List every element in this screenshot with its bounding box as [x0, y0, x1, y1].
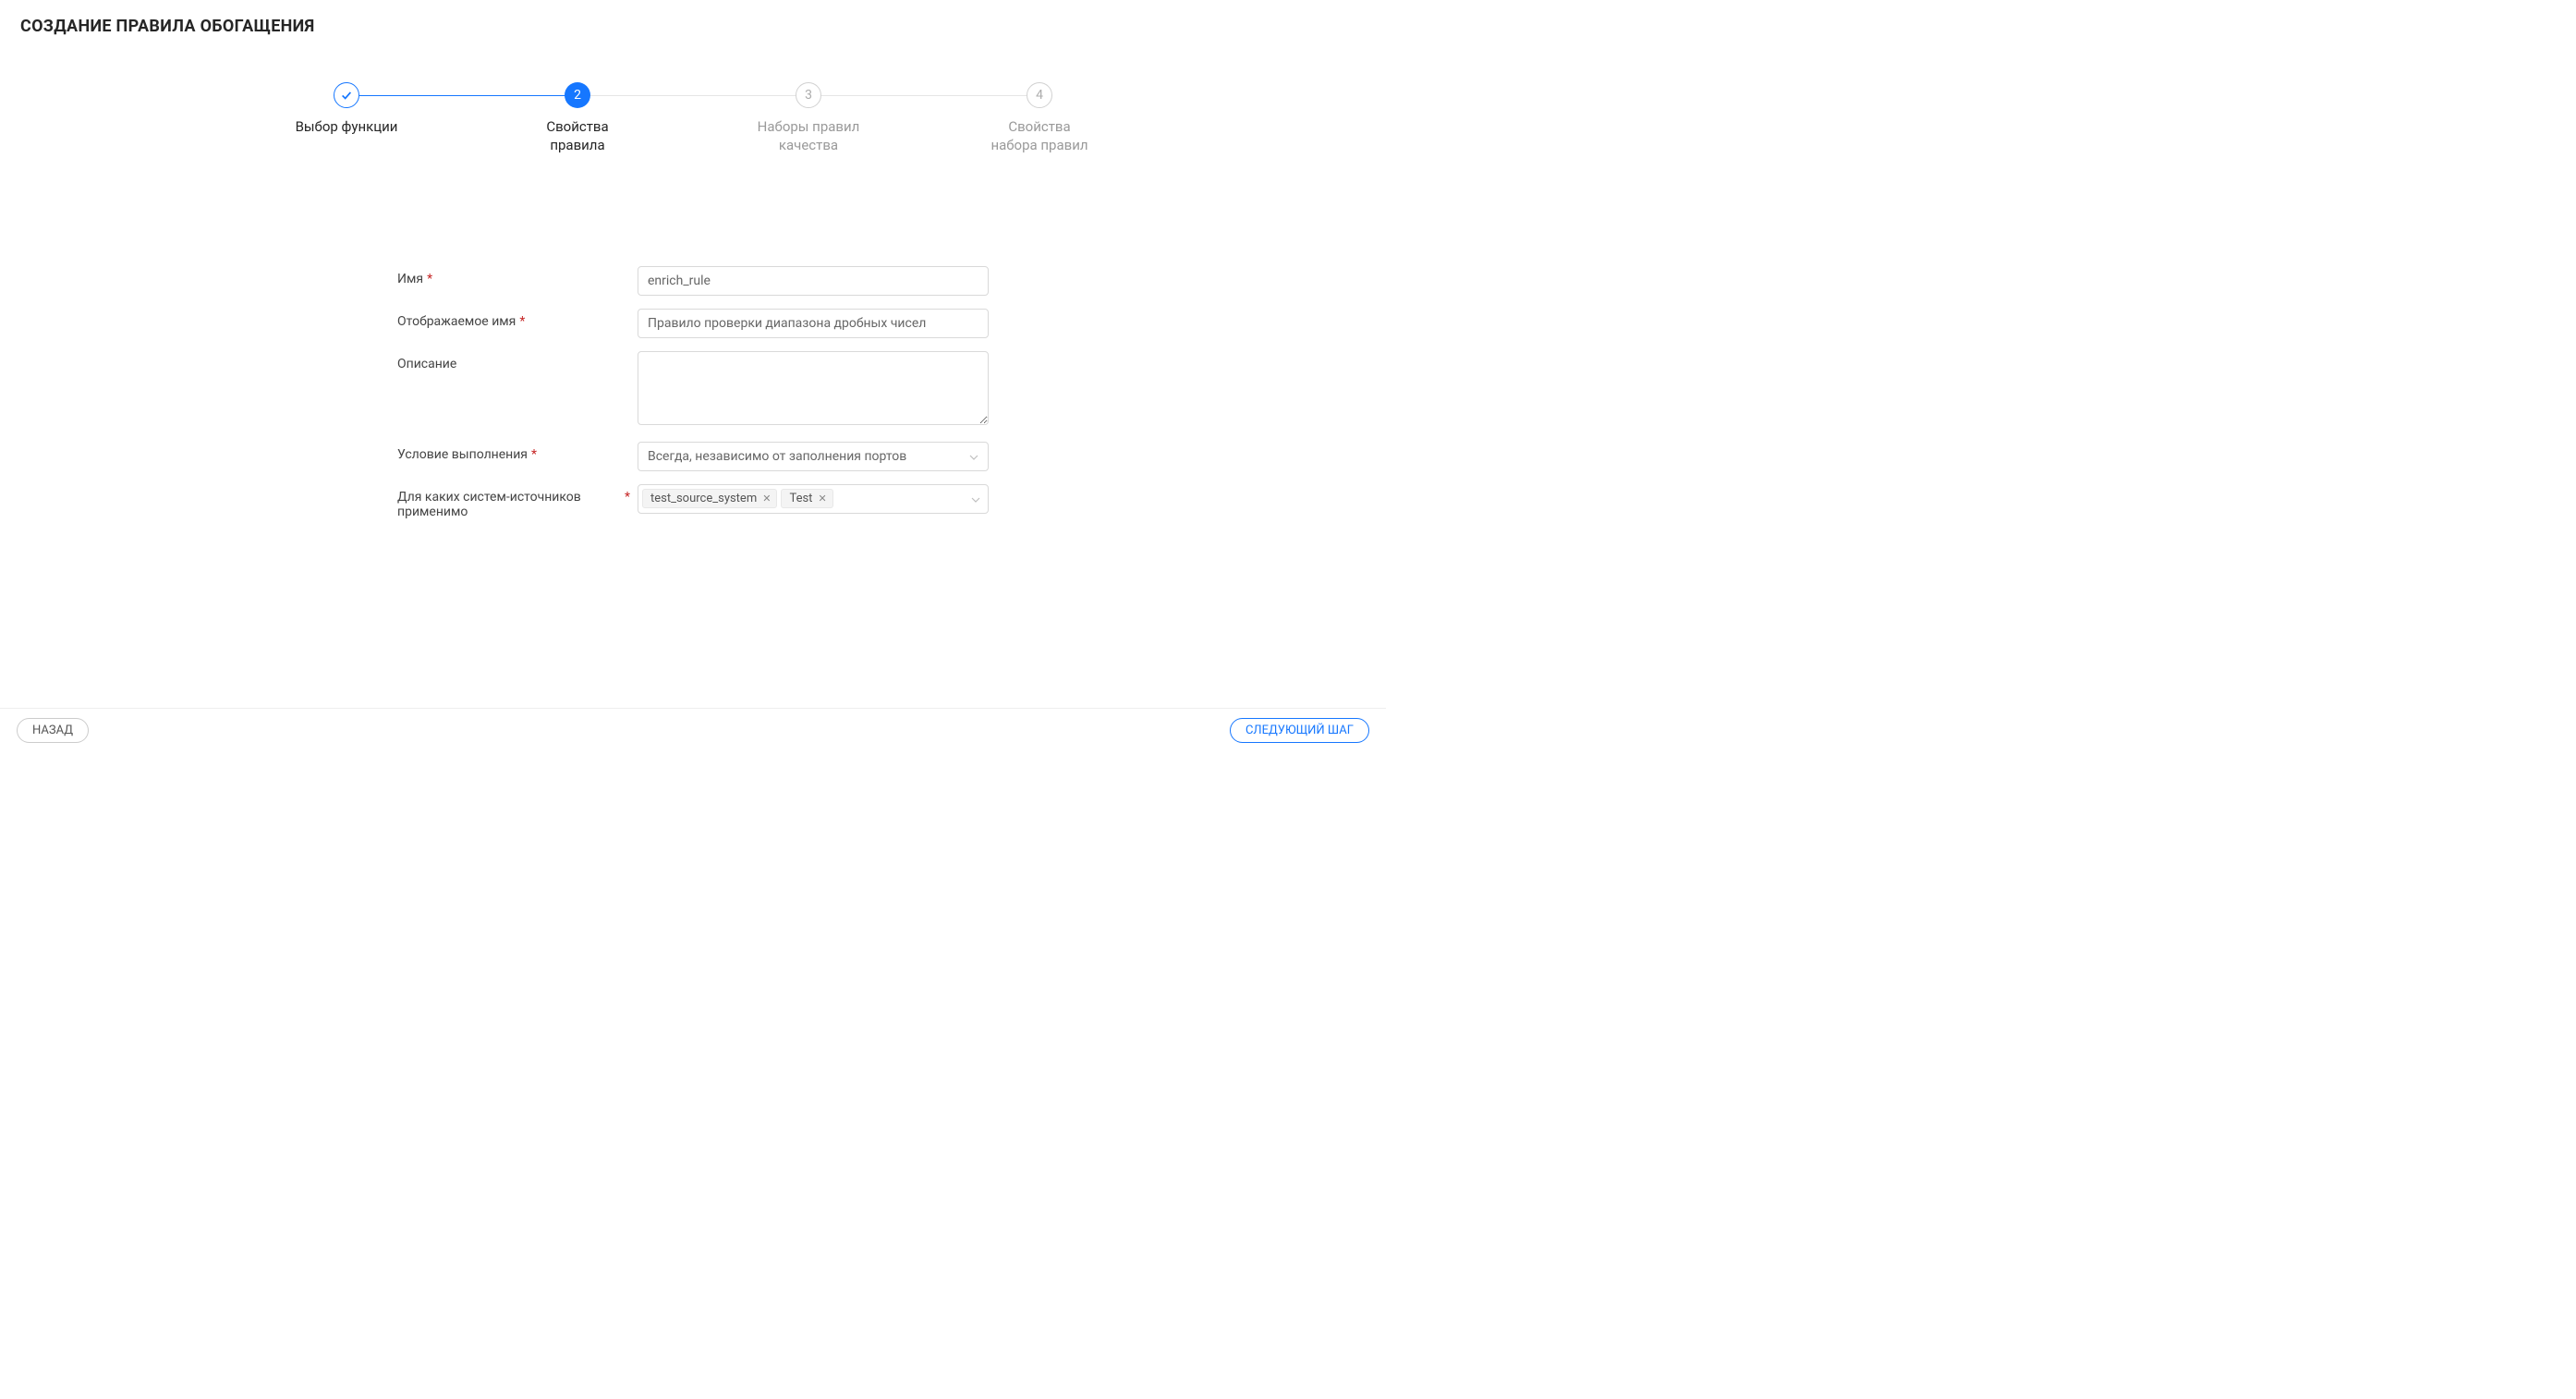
wizard-footer: НАЗАД СЛЕДУЮЩИЙ ШАГ — [0, 708, 1386, 752]
form-row-description: Описание — [397, 351, 989, 429]
step-1-indicator — [334, 82, 359, 108]
required-indicator: * — [625, 490, 630, 505]
sources-tags: test_source_system ✕ Test ✕ — [642, 489, 833, 508]
condition-select[interactable]: Всегда, независимо от заполнения портов — [638, 442, 989, 471]
step-1-label: Выбор функции — [296, 117, 398, 136]
name-label: Имя* — [397, 272, 638, 286]
step-connector — [590, 95, 808, 96]
chevron-down-icon — [971, 493, 980, 505]
step-connector — [359, 95, 577, 96]
step-4-label: Свойства набора правил — [990, 117, 1088, 155]
sources-multiselect[interactable]: test_source_system ✕ Test ✕ — [638, 484, 989, 514]
step-3[interactable]: 3 Наборы правил качества — [693, 82, 924, 155]
next-button[interactable]: СЛЕДУЮЩИЙ ШАГ — [1230, 718, 1369, 743]
close-icon[interactable]: ✕ — [816, 493, 828, 505]
step-2[interactable]: 2 Свойства правила — [462, 82, 693, 155]
wizard-stepper: Выбор функции 2 Свойства правила 3 Набор… — [0, 82, 1386, 155]
description-input[interactable] — [638, 351, 989, 425]
step-4[interactable]: 4 Свойства набора правил — [924, 82, 1155, 155]
step-connector — [821, 95, 1039, 96]
required-indicator: * — [519, 314, 525, 329]
source-tag: Test ✕ — [781, 489, 832, 508]
required-indicator: * — [427, 272, 432, 286]
sources-label: Для каких систем-источников применимо — [397, 490, 625, 519]
display-name-input[interactable] — [638, 309, 989, 338]
description-label: Описание — [397, 357, 638, 371]
form: Имя* Отображаемое имя* Описание Условие … — [379, 266, 1007, 519]
form-row-condition: Условие выполнения* Всегда, независимо о… — [397, 442, 989, 471]
close-icon[interactable]: ✕ — [760, 493, 772, 505]
required-indicator: * — [531, 447, 537, 462]
tag-label: Test — [789, 492, 812, 505]
form-row-sources: Для каких систем-источников применимо * … — [397, 484, 989, 519]
step-4-indicator: 4 — [1027, 82, 1052, 108]
page-title: СОЗДАНИЕ ПРАВИЛА ОБОГАЩЕНИЯ — [0, 0, 1386, 36]
step-3-indicator: 3 — [796, 82, 821, 108]
checkmark-icon — [340, 89, 353, 102]
chevron-down-icon — [969, 450, 978, 463]
condition-label: Условие выполнения* — [397, 447, 638, 462]
back-button[interactable]: НАЗАД — [17, 718, 89, 743]
tag-label: test_source_system — [650, 492, 757, 505]
step-2-label: Свойства правила — [546, 117, 608, 155]
step-2-indicator: 2 — [565, 82, 590, 108]
display-name-label: Отображаемое имя* — [397, 314, 638, 329]
step-1[interactable]: Выбор функции — [231, 82, 462, 136]
step-3-label: Наборы правил качества — [758, 117, 860, 155]
form-row-name: Имя* — [397, 266, 989, 296]
source-tag: test_source_system ✕ — [642, 489, 777, 508]
name-input[interactable] — [638, 266, 989, 296]
form-row-display-name: Отображаемое имя* — [397, 309, 989, 338]
condition-value: Всегда, независимо от заполнения портов — [648, 449, 906, 464]
